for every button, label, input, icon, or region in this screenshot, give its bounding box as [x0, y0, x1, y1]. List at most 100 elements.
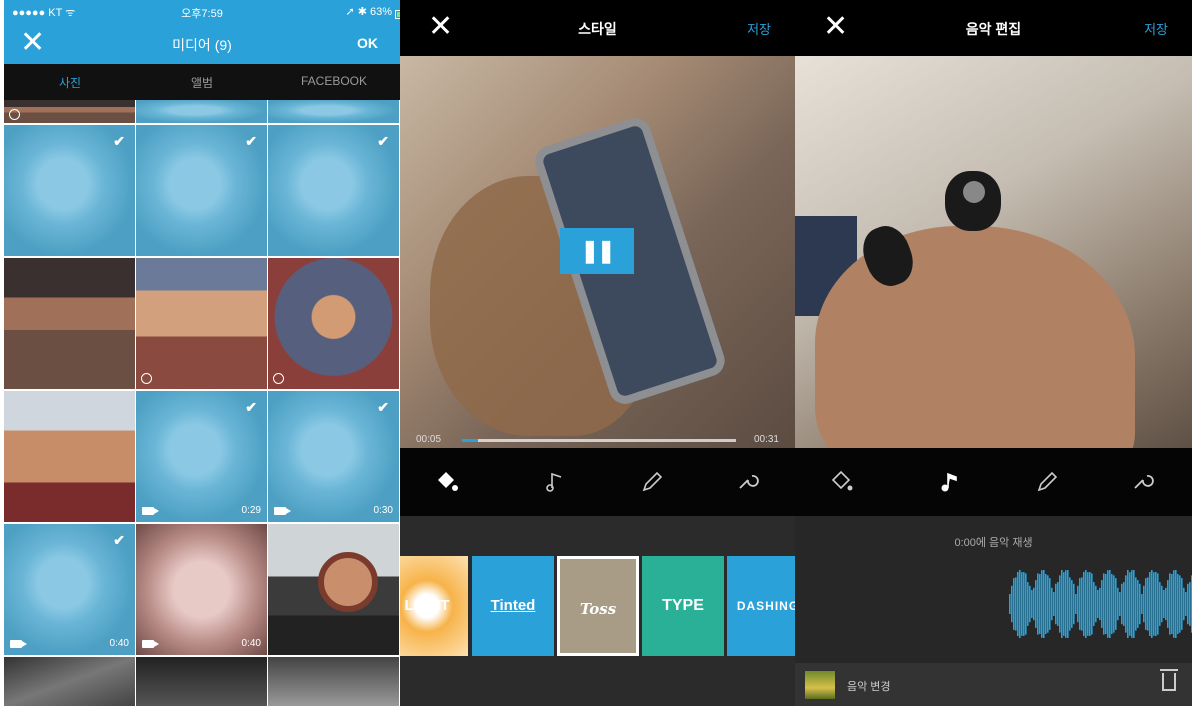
waveform-bar	[1047, 575, 1049, 633]
trash-icon[interactable]	[1160, 669, 1178, 691]
media-thumb[interactable]: ✔ 0:29	[136, 391, 267, 522]
waveform-bar	[1071, 580, 1073, 628]
waveform-bar	[1057, 582, 1059, 626]
music-navbar: ✕ 음악 편집 저장	[795, 0, 1192, 56]
waveform-bar	[1175, 570, 1177, 638]
waveform-bar	[1101, 580, 1103, 628]
media-thumb[interactable]	[4, 258, 135, 389]
paint-bucket-icon[interactable]	[431, 468, 461, 498]
waveform-bar	[1155, 571, 1157, 637]
media-thumb[interactable]: 0:40	[136, 524, 267, 655]
waveform-bar	[1147, 577, 1149, 631]
waveform-bar	[1053, 592, 1055, 616]
media-grid: ✔ ✔ ✔ ✔ 0:29 ✔ 0:30 ✔ 0:40 0:40	[4, 100, 400, 706]
waveform-bar	[1123, 582, 1125, 626]
media-thumb[interactable]: ✔	[268, 125, 399, 256]
waveform-bar	[1023, 571, 1025, 637]
ok-button[interactable]: OK	[357, 35, 378, 51]
media-thumb[interactable]	[136, 100, 267, 123]
music-note-icon[interactable]	[935, 468, 965, 498]
waveform-bar	[1139, 583, 1141, 625]
media-thumb[interactable]	[268, 524, 399, 655]
total-time: 00:31	[753, 434, 779, 445]
check-icon: ✔	[245, 399, 257, 415]
waveform-bar	[1141, 594, 1143, 614]
live-photo-icon	[273, 373, 284, 384]
pencil-icon[interactable]	[1032, 468, 1062, 498]
media-thumb[interactable]	[268, 258, 399, 389]
status-right: ➚ ✱ 63%	[345, 5, 400, 19]
save-button[interactable]: 저장	[1144, 19, 1168, 38]
waveform-bar	[1151, 570, 1153, 638]
media-thumb[interactable]	[136, 657, 267, 706]
music-thumbnail[interactable]	[805, 671, 835, 699]
waveform-bar	[1077, 585, 1079, 623]
style-card-dashing[interactable]: DASHING	[727, 556, 795, 656]
edit-toolbar	[400, 448, 795, 516]
pause-button[interactable]: ❚❚	[560, 228, 634, 274]
status-time: 오후7:59	[181, 8, 223, 20]
wrench-icon[interactable]	[1126, 468, 1156, 498]
video-preview[interactable]: ❚❚ 00:05 00:31	[400, 56, 795, 448]
waveform-bar	[1033, 587, 1035, 621]
change-music-button[interactable]: 음악 변경	[847, 678, 891, 694]
waveform-bar	[1137, 580, 1139, 628]
tab-facebook[interactable]: FACEBOOK	[268, 74, 400, 88]
style-card-toss[interactable]: Toss	[557, 556, 639, 656]
media-thumb[interactable]: ✔	[136, 125, 267, 256]
waveform-bar	[1059, 575, 1061, 633]
waveform-bar	[1099, 587, 1101, 621]
media-thumb[interactable]	[4, 391, 135, 522]
music-bottom-bar: 음악 변경	[795, 663, 1192, 706]
live-photo-icon	[141, 373, 152, 384]
waveform-bar	[1079, 578, 1081, 630]
video-content-hand	[815, 226, 1135, 448]
waveform-bar	[1173, 570, 1175, 638]
waveform-bar	[1169, 573, 1171, 635]
tab-photos[interactable]: 사진	[4, 74, 136, 91]
waveform-bar	[1073, 583, 1075, 625]
tab-albums[interactable]: 앨범	[136, 74, 268, 91]
waveform-bar	[1153, 572, 1155, 636]
waveform-bar	[1017, 571, 1019, 637]
progress-bar[interactable]	[462, 439, 736, 442]
media-thumb[interactable]	[136, 258, 267, 389]
status-bar: ●●●●● KT ᯤ 오후7:59 ➚ ✱ 63%	[4, 0, 400, 22]
media-thumb[interactable]	[4, 657, 135, 706]
media-thumb[interactable]: ✔ 0:30	[268, 391, 399, 522]
media-thumb[interactable]	[268, 657, 399, 706]
style-card-tinted[interactable]: Tinted	[472, 556, 554, 656]
waveform-bar	[1171, 573, 1173, 635]
waveform-bar	[1181, 578, 1183, 630]
waveform-bar	[1061, 570, 1063, 638]
audio-waveform[interactable]	[1009, 570, 1192, 638]
video-preview[interactable]	[795, 56, 1192, 448]
paint-bucket-icon[interactable]	[826, 468, 856, 498]
waveform-bar	[1041, 570, 1043, 638]
waveform-bar	[1143, 585, 1145, 623]
waveform-bar	[1043, 570, 1045, 638]
media-thumb[interactable]	[4, 100, 135, 123]
waveform-bar	[1093, 582, 1095, 626]
media-thumb[interactable]: ✔	[4, 125, 135, 256]
waveform-bar	[1125, 575, 1127, 633]
media-thumb[interactable]: ✔ 0:40	[4, 524, 135, 655]
edit-toolbar	[795, 448, 1192, 516]
waveform-bar	[1039, 573, 1041, 635]
save-button[interactable]: 저장	[747, 19, 771, 38]
media-navbar: ✕ 미디어 (9) OK	[4, 22, 400, 64]
waveform-bar	[1095, 585, 1097, 623]
style-card-light[interactable]: LIGHT	[400, 556, 468, 656]
waveform-bar	[1161, 585, 1163, 623]
media-thumb[interactable]	[268, 100, 399, 123]
pencil-icon[interactable]	[637, 468, 667, 498]
music-edit-area: 0:00에 음악 재생	[795, 516, 1192, 663]
style-card-type[interactable]: TYPE	[642, 556, 724, 656]
wrench-icon[interactable]	[731, 468, 761, 498]
waveform-bar	[1021, 572, 1023, 636]
style-carousel: LIGHT Tinted Toss TYPE DASHING	[400, 516, 795, 706]
waveform-bar	[1045, 573, 1047, 635]
battery-text: ➚ ✱ 63%	[345, 6, 392, 18]
style-editor-panel: ✕ 스타일 저장 ❚❚ 00:05 00:31 LIGHT Tinted Tos…	[400, 0, 795, 706]
music-note-icon[interactable]	[540, 468, 570, 498]
